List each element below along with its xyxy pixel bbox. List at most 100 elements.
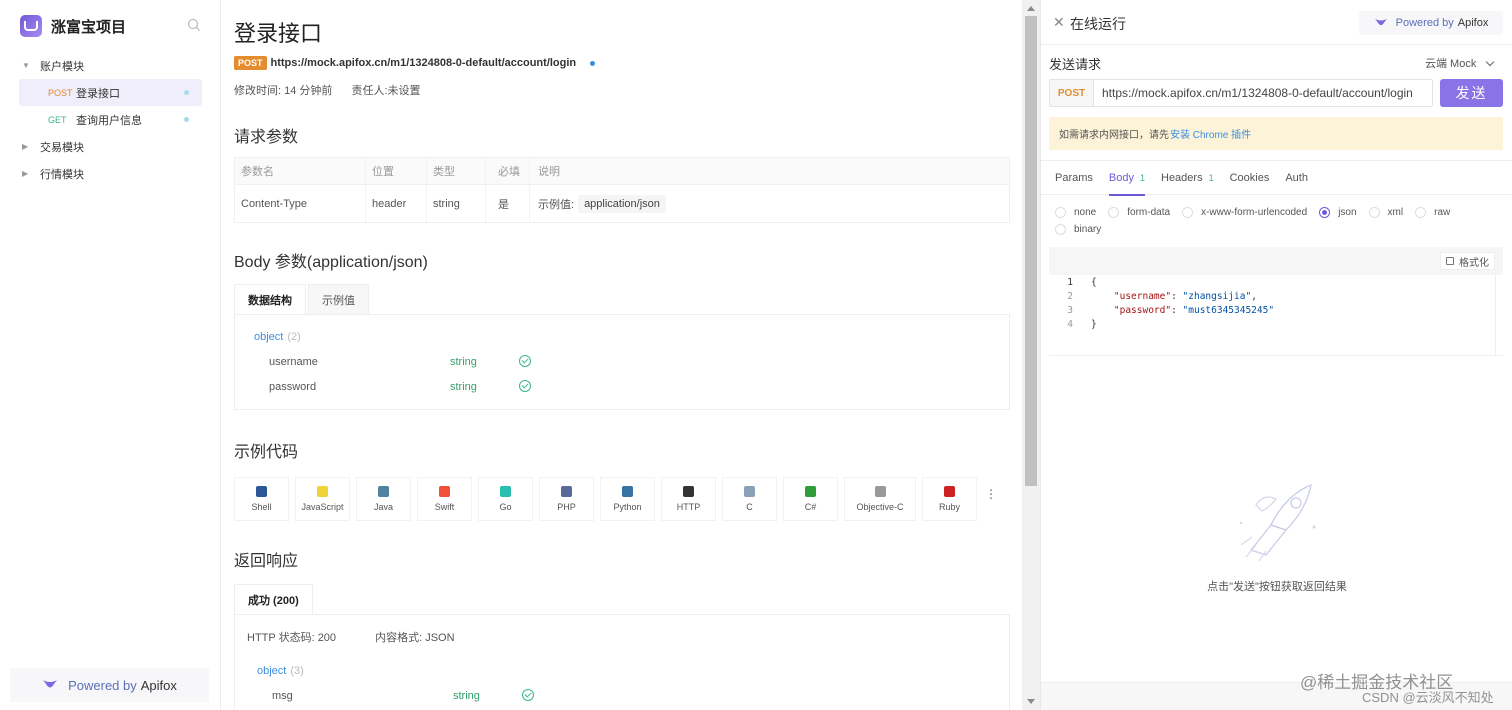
tab-auth[interactable]: Auth xyxy=(1285,161,1308,195)
folder-label: 行情模块 xyxy=(40,168,84,181)
tab-success-200[interactable]: 成功 (200) xyxy=(234,584,313,614)
column-header: 说明 xyxy=(538,166,560,178)
language-objective-c[interactable]: Objective-C xyxy=(844,477,916,521)
language-shell[interactable]: Shell xyxy=(234,477,289,521)
editor-scrollbar[interactable] xyxy=(1495,275,1503,355)
body-params-title: Body 参数(application/json) xyxy=(234,254,428,271)
tab-cookies[interactable]: Cookies xyxy=(1230,161,1270,195)
intranet-notice: 如需请求内网接口，请先 安装 Chrome 插件 xyxy=(1049,117,1503,150)
language-label: C xyxy=(746,502,753,512)
param-type: string xyxy=(427,185,486,222)
language-go[interactable]: Go xyxy=(478,477,533,521)
status-dot xyxy=(590,60,596,66)
language-c[interactable]: C xyxy=(722,477,777,521)
powered-by-link[interactable]: Powered by Apifox xyxy=(10,668,209,702)
object-label: object xyxy=(254,330,284,343)
tree-api-user-info[interactable]: GET 查询用户信息 xyxy=(0,106,221,133)
radio-circle-icon xyxy=(1415,207,1427,218)
radio-json[interactable]: json xyxy=(1319,204,1357,221)
method-tag: GET xyxy=(48,114,67,125)
install-chrome-extension-link[interactable]: 安装 Chrome 插件 xyxy=(1170,126,1251,141)
schema-root[interactable]: object (2) xyxy=(235,324,1009,349)
project-name: 涨富宝项目 xyxy=(51,18,127,36)
tree-api-login[interactable]: POST 登录接口 xyxy=(19,79,202,106)
swift-icon xyxy=(439,486,450,497)
line-number: 2 xyxy=(1067,290,1073,302)
language-java[interactable]: Java xyxy=(356,477,411,521)
scroll-down-icon[interactable] xyxy=(1027,699,1035,704)
meta-line: 修改时间: 14 分钟前 责任人:未设置 xyxy=(234,82,421,98)
endpoint-line: POST https://mock.apifox.cn/m1/1324808-0… xyxy=(234,56,596,70)
tab-body[interactable]: Body 1 xyxy=(1108,161,1146,196)
language-python[interactable]: Python xyxy=(600,477,655,521)
format-button[interactable]: 格式化 xyxy=(1440,252,1495,270)
json-body-editor[interactable]: 1{2 "username": "zhangsijia", 3 "password… xyxy=(1049,275,1503,356)
method-select[interactable]: POST xyxy=(1050,80,1094,106)
url-input[interactable]: https://mock.apifox.cn/m1/1324808-0-defa… xyxy=(1102,86,1430,100)
powered-by-link[interactable]: Powered by Apifox xyxy=(1359,11,1503,35)
tab-example[interactable]: 示例值 xyxy=(308,284,369,314)
column-header: 参数名 xyxy=(235,158,366,184)
search-icon[interactable] xyxy=(187,18,201,32)
powered-brand: Apifox xyxy=(140,677,177,693)
language-http[interactable]: HTTP xyxy=(661,477,716,521)
request-tabs: Params Body 1 Headers 1 Cookies Auth xyxy=(1041,160,1512,196)
c-icon xyxy=(744,486,755,497)
powered-prefix: Powered by xyxy=(68,677,137,693)
tree-folder-market[interactable]: ▶ 行情模块 xyxy=(0,160,221,187)
tab-headers[interactable]: Headers 1 xyxy=(1161,161,1214,195)
rocket-illustration-icon xyxy=(1239,483,1316,562)
endpoint-url[interactable]: https://mock.apifox.cn/m1/1324808-0-defa… xyxy=(271,57,577,69)
folder-label: 交易模块 xyxy=(40,141,84,154)
radio-xml[interactable]: xml xyxy=(1368,204,1403,221)
language-csharp[interactable]: C# xyxy=(783,477,838,521)
tree-folder-account[interactable]: ▼ 账户模块 xyxy=(0,52,221,79)
close-icon[interactable]: ✕ xyxy=(1053,14,1065,31)
radio-label: x-www-form-urlencoded xyxy=(1201,207,1308,218)
radio-circle-icon xyxy=(1055,207,1066,218)
code-text: } xyxy=(1091,318,1097,330)
tree-folder-trade[interactable]: ▶ 交易模块 xyxy=(0,133,221,160)
field-type: string xyxy=(453,689,480,702)
tab-label: Cookies xyxy=(1229,171,1270,184)
send-button[interactable]: 发送 xyxy=(1440,79,1503,107)
body-type-radio-group: none form-data x-www-form-urlencoded json xm… xyxy=(1055,204,1505,238)
body-tabs: 数据结构 示例值 object (2) username string pass… xyxy=(234,284,1010,410)
example-prefix: 示例值: xyxy=(538,198,575,211)
schema-root[interactable]: object (3) xyxy=(235,658,1009,683)
tab-schema[interactable]: 数据结构 xyxy=(234,284,306,314)
language-swift[interactable]: Swift xyxy=(417,477,472,521)
main-scrollbar[interactable] xyxy=(1022,0,1040,710)
shell-icon xyxy=(256,486,267,497)
code-line: 2 "username": "zhangsijia", xyxy=(1049,289,1503,303)
environment-select[interactable]: 云端 Mock xyxy=(1425,55,1495,71)
radio-none[interactable]: none xyxy=(1055,204,1096,221)
code-line: 3 "password": "must6345345245" xyxy=(1049,303,1503,317)
language-javascript[interactable]: JavaScript xyxy=(295,477,350,521)
scroll-up-icon[interactable] xyxy=(1027,6,1035,11)
radio-raw[interactable]: raw xyxy=(1415,204,1450,221)
java-icon xyxy=(378,486,389,497)
object-count: (3) xyxy=(290,664,304,677)
project-header[interactable]: 涨富宝项目 xyxy=(20,14,126,38)
tab-params[interactable]: Params xyxy=(1055,161,1093,195)
code-line: 4} xyxy=(1049,317,1503,331)
radio-form-data[interactable]: form-data xyxy=(1108,204,1170,221)
language-label: PHP xyxy=(557,502,576,512)
param-required: 是 xyxy=(486,185,530,222)
response-status: HTTP 状态码: 200 xyxy=(247,632,337,644)
tab-label: Headers xyxy=(1161,171,1203,184)
modified-time: 修改时间: 14 分钟前 xyxy=(234,85,333,97)
radio-label: binary xyxy=(1074,224,1102,235)
scroll-thumb[interactable] xyxy=(1025,16,1037,486)
radio-x-www-form-urlencoded[interactable]: x-www-form-urlencoded xyxy=(1182,204,1307,221)
language-ruby[interactable]: Ruby xyxy=(922,477,977,521)
request-url-bar: POST https://mock.apifox.cn/m1/1324808-0… xyxy=(1049,79,1433,107)
more-languages-icon[interactable]: ⋮ xyxy=(985,477,997,521)
field-type: string xyxy=(450,355,477,368)
send-request-label: 发送请求 xyxy=(1049,57,1102,72)
language-php[interactable]: PHP xyxy=(539,477,594,521)
tab-count-badge: 1 xyxy=(1139,172,1145,183)
php-icon xyxy=(561,486,572,497)
radio-binary[interactable]: binary xyxy=(1055,221,1101,238)
